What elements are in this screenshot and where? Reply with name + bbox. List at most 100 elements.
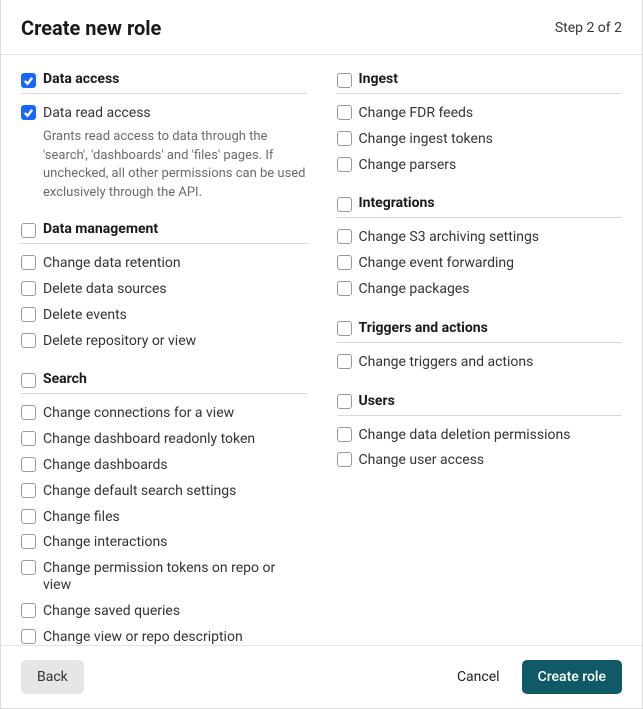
permission-row: Change saved queries bbox=[21, 598, 307, 624]
permission-row: Data read access bbox=[21, 100, 307, 126]
permission-row: Change event forwarding bbox=[337, 250, 623, 276]
permission-row: Delete data sources bbox=[21, 276, 307, 302]
permission-row: Change files bbox=[21, 504, 307, 530]
section-ingest: Ingest Change FDR feeds Change ingest to… bbox=[337, 71, 623, 177]
section-data-management: Data management Change data retention De… bbox=[21, 221, 307, 353]
section-checkbox-data-management[interactable] bbox=[21, 223, 36, 238]
permission-label: Change packages bbox=[359, 280, 470, 298]
dialog-header: Create new role Step 2 of 2 bbox=[1, 0, 642, 55]
permission-label: Change permission tokens on repo or view bbox=[43, 559, 307, 594]
back-button[interactable]: Back bbox=[21, 660, 84, 694]
checkbox-change-files[interactable] bbox=[21, 509, 36, 524]
create-role-dialog: Create new role Step 2 of 2 Data access … bbox=[1, 0, 642, 708]
section-search: Search Change connections for a view Cha… bbox=[21, 371, 307, 645]
checkbox-change-packages[interactable] bbox=[337, 281, 352, 296]
checkbox-change-event-forwarding[interactable] bbox=[337, 255, 352, 270]
checkbox-change-ingest-tokens[interactable] bbox=[337, 131, 352, 146]
permission-label: Change triggers and actions bbox=[359, 353, 534, 371]
permission-row: Change dashboards bbox=[21, 452, 307, 478]
dialog-footer: Back Cancel Create role bbox=[1, 645, 642, 708]
section-triggers: Triggers and actions Change triggers and… bbox=[337, 320, 623, 375]
check-icon bbox=[23, 107, 34, 118]
check-icon bbox=[23, 75, 34, 86]
checkbox-change-fdr-feeds[interactable] bbox=[337, 105, 352, 120]
permission-label: Change view or repo description bbox=[43, 628, 243, 645]
permission-label: Change saved queries bbox=[43, 602, 180, 620]
permission-label: Delete data sources bbox=[43, 280, 167, 298]
checkbox-change-dashboard-readonly-token[interactable] bbox=[21, 431, 36, 446]
permission-row: Change ingest tokens bbox=[337, 126, 623, 152]
checkbox-delete-data-sources[interactable] bbox=[21, 281, 36, 296]
permission-label: Change data retention bbox=[43, 254, 181, 272]
section-checkbox-integrations[interactable] bbox=[337, 197, 352, 212]
permission-label: Change dashboard readonly token bbox=[43, 430, 255, 448]
permission-label: Change connections for a view bbox=[43, 404, 234, 422]
permission-label: Change S3 archiving settings bbox=[359, 228, 540, 246]
permission-label: Change parsers bbox=[359, 156, 457, 174]
permission-row: Change connections for a view bbox=[21, 400, 307, 426]
section-title: Data management bbox=[43, 221, 158, 237]
checkbox-change-view-or-repo-description[interactable] bbox=[21, 629, 36, 644]
checkbox-change-dashboards[interactable] bbox=[21, 457, 36, 472]
permission-row: Change default search settings bbox=[21, 478, 307, 504]
checkbox-change-s3-archiving-settings[interactable] bbox=[337, 229, 352, 244]
permission-row: Change user access bbox=[337, 447, 623, 473]
permission-row: Change view or repo description bbox=[21, 624, 307, 645]
checkbox-change-data-deletion-permissions[interactable] bbox=[337, 427, 352, 442]
checkbox-change-user-access[interactable] bbox=[337, 452, 352, 467]
section-title: Ingest bbox=[359, 71, 398, 87]
section-checkbox-data-access[interactable] bbox=[21, 73, 36, 88]
section-title: Users bbox=[359, 393, 395, 409]
permission-label: Change dashboards bbox=[43, 456, 168, 474]
permission-row: Delete repository or view bbox=[21, 328, 307, 354]
create-role-button[interactable]: Create role bbox=[522, 660, 622, 694]
checkbox-change-interactions[interactable] bbox=[21, 534, 36, 549]
permission-label: Change user access bbox=[359, 451, 485, 469]
permission-row: Change triggers and actions bbox=[337, 349, 623, 375]
section-checkbox-ingest[interactable] bbox=[337, 73, 352, 88]
checkbox-change-triggers-and-actions[interactable] bbox=[337, 354, 352, 369]
permission-label: Delete repository or view bbox=[43, 332, 196, 350]
permission-row: Change S3 archiving settings bbox=[337, 224, 623, 250]
section-title: Triggers and actions bbox=[359, 320, 488, 336]
permission-row: Change parsers bbox=[337, 152, 623, 178]
dialog-body: Data access Data read access Grants read… bbox=[1, 55, 642, 645]
checkbox-change-permission-tokens[interactable] bbox=[21, 560, 36, 575]
permission-description: Grants read access to data through the '… bbox=[21, 128, 307, 203]
section-data-access: Data access Data read access Grants read… bbox=[21, 71, 307, 203]
permission-row: Change data deletion permissions bbox=[337, 422, 623, 448]
cancel-button[interactable]: Cancel bbox=[441, 660, 516, 694]
permission-label: Change FDR feeds bbox=[359, 104, 474, 122]
checkbox-change-default-search-settings[interactable] bbox=[21, 483, 36, 498]
section-checkbox-triggers[interactable] bbox=[337, 321, 352, 336]
section-checkbox-search[interactable] bbox=[21, 373, 36, 388]
permission-label: Change default search settings bbox=[43, 482, 236, 500]
checkbox-change-data-retention[interactable] bbox=[21, 255, 36, 270]
section-checkbox-users[interactable] bbox=[337, 394, 352, 409]
checkbox-change-saved-queries[interactable] bbox=[21, 603, 36, 618]
section-title: Search bbox=[43, 371, 87, 387]
permission-row: Change interactions bbox=[21, 529, 307, 555]
page-title: Create new role bbox=[21, 16, 161, 40]
permission-row: Change permission tokens on repo or view bbox=[21, 555, 307, 598]
checkbox-delete-events[interactable] bbox=[21, 307, 36, 322]
permission-label: Change data deletion permissions bbox=[359, 426, 571, 444]
checkbox-data-read-access[interactable] bbox=[21, 105, 36, 120]
permission-label: Change ingest tokens bbox=[359, 130, 493, 148]
permission-row: Change data retention bbox=[21, 250, 307, 276]
checkbox-delete-repository-or-view[interactable] bbox=[21, 333, 36, 348]
permission-row: Change FDR feeds bbox=[337, 100, 623, 126]
section-title: Integrations bbox=[359, 195, 435, 211]
section-title: Data access bbox=[43, 71, 119, 87]
permission-row: Delete events bbox=[21, 302, 307, 328]
checkbox-change-parsers[interactable] bbox=[337, 157, 352, 172]
step-indicator: Step 2 of 2 bbox=[555, 20, 622, 36]
permission-label: Change event forwarding bbox=[359, 254, 515, 272]
checkbox-change-connections-for-a-view[interactable] bbox=[21, 405, 36, 420]
section-integrations: Integrations Change S3 archiving setting… bbox=[337, 195, 623, 301]
permission-label: Data read access bbox=[43, 104, 151, 122]
permission-label: Delete events bbox=[43, 306, 127, 324]
permission-label: Change interactions bbox=[43, 533, 167, 551]
left-column: Data access Data read access Grants read… bbox=[21, 71, 307, 645]
permission-row: Change dashboard readonly token bbox=[21, 426, 307, 452]
